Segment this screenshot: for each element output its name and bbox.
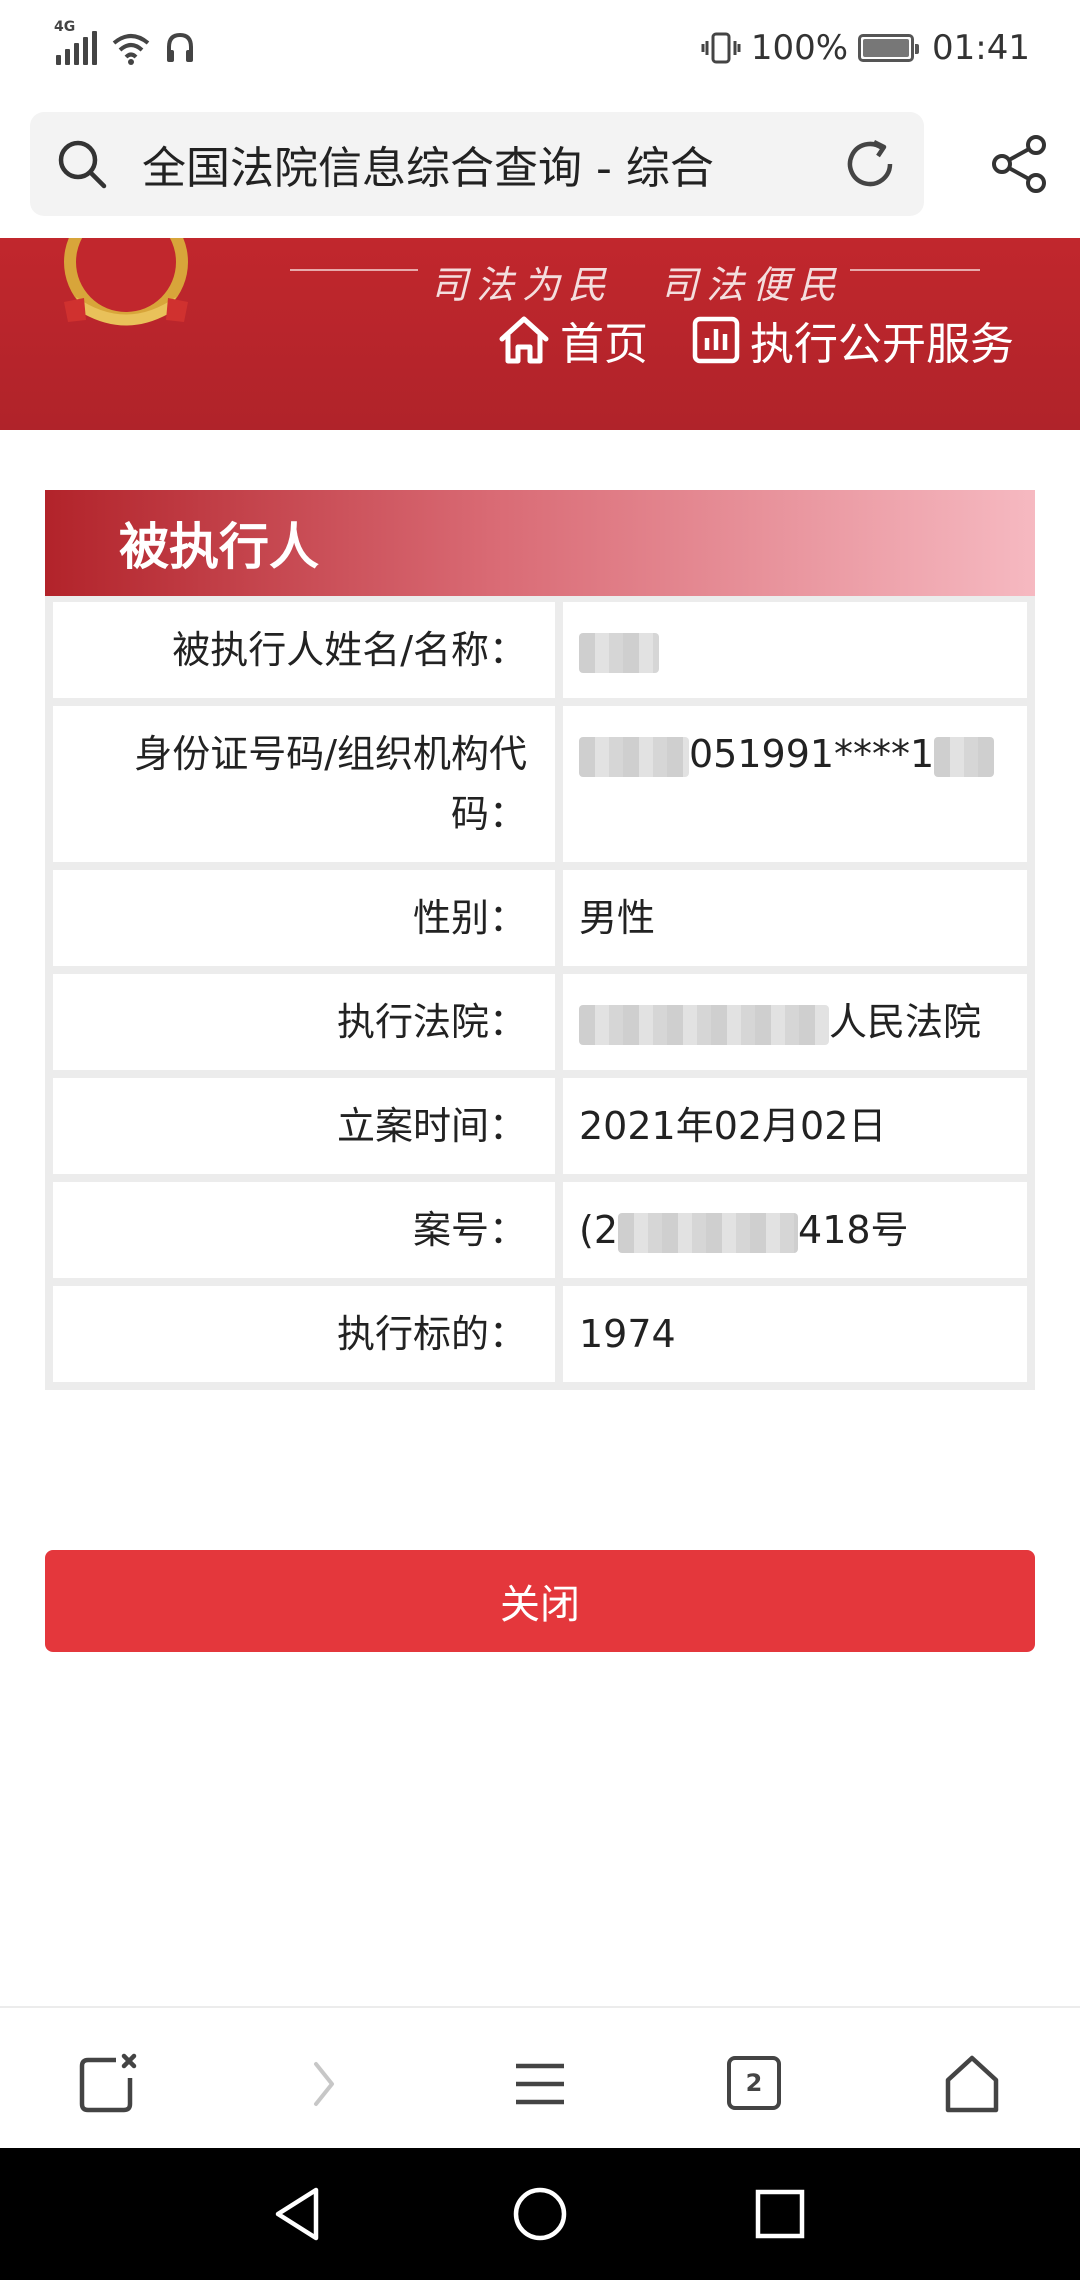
close-page-icon[interactable]	[76, 2052, 140, 2116]
row-label: 执行法院：	[53, 974, 563, 1070]
case-number-visible: (2	[579, 1208, 619, 1252]
redacted-mask	[934, 736, 995, 777]
status-bar: 4G 100% 01:41	[0, 0, 1080, 96]
row-label: 身份证号码/组织机构代码：	[53, 706, 563, 862]
row-value	[563, 602, 1027, 698]
table-row: 被执行人姓名/名称：	[53, 602, 1027, 698]
card-header: 被执行人	[45, 490, 1035, 596]
headset-icon	[167, 32, 193, 62]
redacted-mask	[579, 736, 689, 777]
share-icon[interactable]	[990, 134, 1050, 194]
row-label: 执行标的：	[53, 1286, 563, 1382]
nav-enforcement-label: 执行公开服务	[750, 319, 1014, 370]
slogan-line-right	[850, 269, 980, 271]
close-button[interactable]: 关闭	[45, 1550, 1035, 1652]
row-value: 人民法院	[563, 974, 1027, 1070]
row-label: 被执行人姓名/名称：	[53, 602, 563, 698]
court-emblem-icon	[64, 238, 188, 326]
clock: 01:41	[932, 28, 1030, 68]
row-label: 案号：	[53, 1182, 563, 1278]
nav-home[interactable]: 首页	[498, 308, 648, 372]
row-value: 051991****1	[563, 706, 1027, 862]
system-nav-bar	[0, 2148, 1080, 2280]
id-number-visible: 051991****1	[689, 732, 935, 776]
recents-icon[interactable]	[750, 2184, 810, 2244]
signal-icon: 4G	[54, 19, 97, 65]
chart-icon	[692, 316, 740, 364]
table-row: 立案时间： 2021年02月02日	[53, 1078, 1027, 1174]
battery-icon	[858, 34, 920, 62]
card-title: 被执行人	[119, 518, 319, 576]
site-nav: 首页 执行公开服务	[498, 308, 1014, 372]
status-left: 4G	[54, 19, 195, 65]
network-type: 4G	[54, 19, 76, 35]
battery-percent: 100%	[750, 28, 849, 68]
home-circle-icon[interactable]	[510, 2184, 570, 2244]
row-value: 2021年02月02日	[563, 1078, 1027, 1174]
browser-address-row: 全国法院信息综合查询 - 综合	[30, 112, 1050, 216]
table-row: 执行法院： 人民法院	[53, 974, 1027, 1070]
slogan-line-left	[290, 269, 418, 271]
detail-table: 被执行人姓名/名称： 身份证号码/组织机构代码： 051991****1 性别：…	[45, 596, 1035, 1390]
redacted-mask	[579, 632, 659, 673]
row-value: (2 418号	[563, 1182, 1027, 1278]
status-right: 100% 01:41	[701, 28, 1030, 68]
table-row: 执行标的： 1974	[53, 1286, 1027, 1382]
row-value: 男性	[563, 870, 1027, 966]
nav-home-label: 首页	[560, 319, 648, 370]
court-name-visible: 人民法院	[829, 1000, 982, 1044]
home-icon	[499, 316, 549, 364]
row-label: 性别：	[53, 870, 563, 966]
search-icon[interactable]	[56, 138, 108, 190]
slogan: 司法为民 司法便民	[430, 263, 845, 307]
tabs-button[interactable]: 2	[727, 2056, 791, 2120]
browser-toolbar: 2	[0, 2006, 1080, 2150]
table-row: 案号： (2 418号	[53, 1182, 1027, 1278]
home-icon[interactable]	[940, 2052, 1004, 2116]
row-label: 立案时间：	[53, 1078, 563, 1174]
executee-card: 被执行人 被执行人姓名/名称： 身份证号码/组织机构代码： 051991****…	[45, 490, 1035, 1390]
site-header: 司法为民 司法便民 首页 执行公开服务	[0, 238, 1080, 430]
menu-icon[interactable]	[508, 2052, 572, 2116]
back-icon[interactable]	[270, 2184, 330, 2244]
redacted-mask	[579, 1004, 829, 1045]
table-row: 身份证号码/组织机构代码： 051991****1	[53, 706, 1027, 862]
case-number-tail: 418号	[798, 1208, 909, 1252]
forward-icon[interactable]	[292, 2052, 356, 2116]
row-value: 1974	[563, 1286, 1027, 1382]
nav-enforcement[interactable]: 执行公开服务	[692, 308, 1014, 372]
page-title[interactable]: 全国法院信息综合查询 - 综合	[142, 132, 842, 196]
tab-count: 2	[727, 2056, 781, 2110]
refresh-icon[interactable]	[842, 136, 898, 192]
table-row: 性别： 男性	[53, 870, 1027, 966]
address-bar[interactable]: 全国法院信息综合查询 - 综合	[30, 112, 924, 216]
vibrate-icon	[701, 32, 741, 64]
wifi-icon	[112, 34, 150, 65]
redacted-mask	[618, 1212, 799, 1253]
